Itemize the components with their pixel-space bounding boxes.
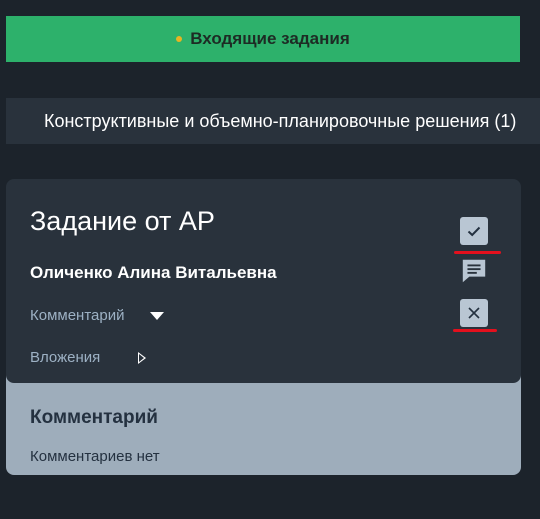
approve-button[interactable]: [460, 217, 488, 245]
reject-underline-mark: [453, 329, 497, 332]
comment-button[interactable]: [460, 257, 488, 285]
section-header[interactable]: Конструктивные и объемно-планировочные р…: [6, 98, 540, 144]
section-header-label: Конструктивные и объемно-планировочные р…: [44, 110, 517, 131]
caret-right-icon: [138, 351, 147, 364]
task-card: Задание от АР Оличенко Алина Витальевна …: [6, 179, 521, 383]
task-title: Задание от АР: [30, 206, 215, 236]
status-dot: [176, 36, 183, 42]
incoming-tasks-tab[interactable]: Входящие задания: [6, 16, 520, 62]
comment-panel-empty-text: Комментариев нет: [30, 448, 160, 465]
close-icon: [468, 307, 480, 319]
page: Входящие задания Конструктивные и объемн…: [0, 0, 540, 519]
comment-toggle[interactable]: Комментарий: [30, 307, 165, 324]
caret-down-icon: [150, 311, 165, 320]
task-author: Оличенко Алина Витальевна: [30, 263, 277, 282]
attachments-toggle[interactable]: Вложения: [30, 349, 147, 366]
incoming-tasks-label: Входящие задания: [190, 29, 350, 48]
approve-underline-mark: [454, 251, 501, 254]
attachments-toggle-label: Вложения: [30, 349, 101, 366]
check-icon: [467, 226, 481, 237]
comment-icon: [462, 259, 486, 283]
comment-toggle-label: Комментарий: [30, 307, 125, 324]
reject-button[interactable]: [460, 299, 488, 327]
comment-panel-title: Комментарий: [30, 407, 158, 428]
